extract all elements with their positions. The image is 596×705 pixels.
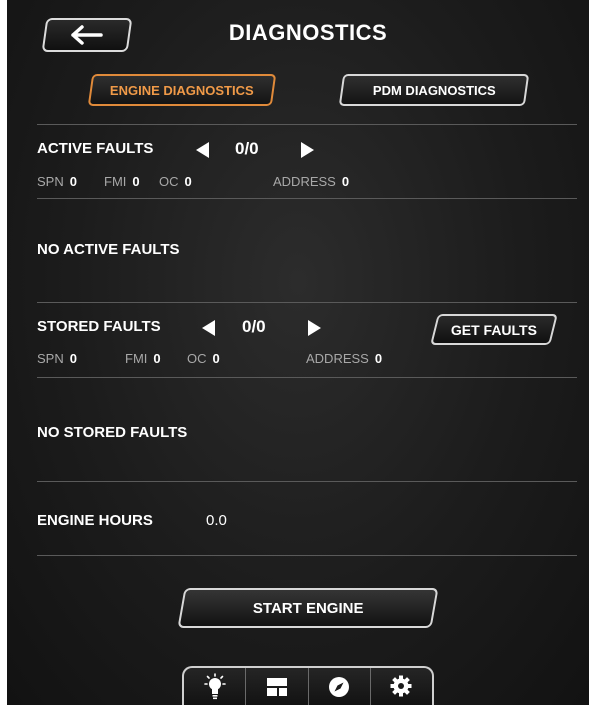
oc-value: 0 — [212, 351, 220, 366]
address-value: 0 — [341, 174, 350, 189]
tab-pdm-diagnostics-label: PDM DIAGNOSTICS — [372, 82, 496, 98]
nav-panels[interactable] — [246, 668, 309, 705]
stored-faults-next-icon[interactable] — [308, 320, 321, 336]
divider — [37, 302, 577, 303]
no-stored-faults-message: NO STORED FAULTS — [37, 424, 188, 441]
divider — [37, 555, 577, 556]
stored-address: ADDRESS 0 — [306, 351, 382, 366]
spn-label: SPN — [37, 174, 64, 189]
active-oc: OC 0 — [159, 174, 192, 189]
engine-hours-label: ENGINE HOURS — [37, 512, 153, 529]
page-title: DIAGNOSTICS — [228, 20, 388, 45]
gear-icon — [390, 675, 412, 697]
stored-faults-counter: 0/0 — [242, 317, 266, 336]
divider — [37, 198, 577, 199]
spn-value: 0 — [69, 351, 77, 366]
fmi-value: 0 — [132, 174, 140, 189]
tab-engine-diagnostics[interactable]: ENGINE DIAGNOSTICS — [87, 74, 277, 106]
divider — [37, 377, 577, 378]
divider — [37, 481, 577, 482]
spn-label: SPN — [37, 351, 64, 366]
stored-fmi: FMI 0 — [125, 351, 161, 366]
no-active-faults-message: NO ACTIVE FAULTS — [37, 241, 180, 258]
start-engine-label: START ENGINE — [252, 599, 364, 617]
fmi-value: 0 — [153, 351, 161, 366]
stored-faults-label: STORED FAULTS — [37, 318, 161, 335]
get-faults-label: GET FAULTS — [450, 321, 538, 338]
start-engine-button[interactable]: START ENGINE — [177, 588, 439, 628]
diagnostics-screen: DIAGNOSTICS ENGINE DIAGNOSTICS PDM DIAGN… — [7, 0, 589, 705]
get-faults-button[interactable]: GET FAULTS — [430, 314, 558, 345]
nav-settings[interactable] — [371, 668, 432, 705]
active-fmi: FMI 0 — [104, 174, 140, 189]
bottom-nav — [182, 666, 434, 705]
oc-label: OC — [159, 174, 179, 189]
engine-hours-value: 0.0 — [206, 512, 227, 529]
nav-compass[interactable] — [309, 668, 371, 705]
active-faults-label: ACTIVE FAULTS — [37, 140, 154, 157]
tab-engine-diagnostics-label: ENGINE DIAGNOSTICS — [110, 82, 254, 98]
compass-icon — [329, 677, 350, 697]
active-faults-prev-icon[interactable] — [196, 142, 209, 158]
spn-value: 0 — [69, 174, 77, 189]
active-faults-counter: 0/0 — [235, 139, 259, 158]
active-spn: SPN 0 — [37, 174, 77, 189]
active-address: ADDRESS 0 — [273, 174, 349, 189]
active-faults-next-icon[interactable] — [301, 142, 314, 158]
address-label: ADDRESS — [273, 174, 336, 189]
lightbulb-icon — [203, 673, 226, 700]
address-value: 0 — [374, 351, 383, 366]
stored-faults-prev-icon[interactable] — [202, 320, 215, 336]
stored-spn: SPN 0 — [37, 351, 77, 366]
address-label: ADDRESS — [306, 351, 369, 366]
fmi-label: FMI — [104, 174, 127, 189]
panels-icon — [266, 678, 287, 696]
nav-lights[interactable] — [184, 668, 247, 705]
fmi-label: FMI — [125, 351, 148, 366]
oc-value: 0 — [184, 174, 192, 189]
oc-label: OC — [187, 351, 207, 366]
stored-oc: OC 0 — [187, 351, 220, 366]
tab-pdm-diagnostics[interactable]: PDM DIAGNOSTICS — [338, 74, 530, 106]
divider — [37, 124, 577, 125]
